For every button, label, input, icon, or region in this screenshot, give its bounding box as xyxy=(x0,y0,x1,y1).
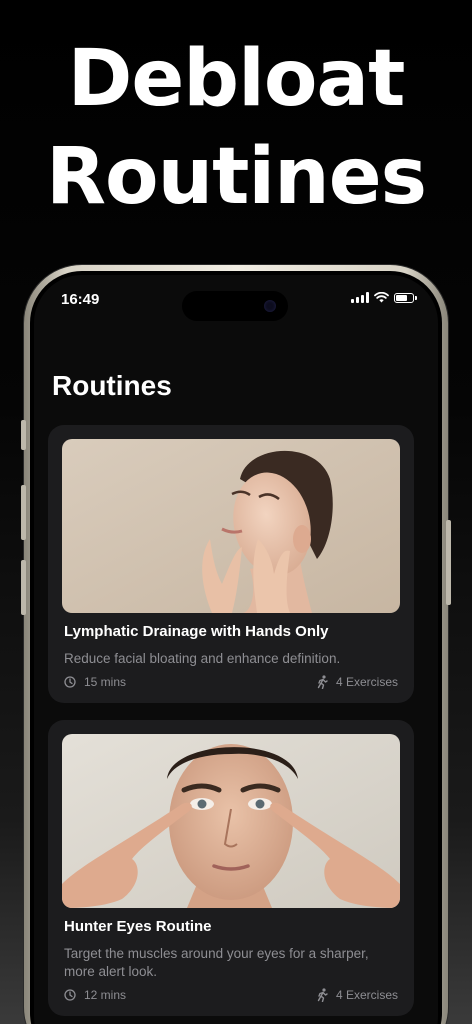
routine-image-lymphatic-drainage xyxy=(62,439,400,613)
status-bar: 16:49 xyxy=(34,275,438,325)
duration-label: 15 mins xyxy=(84,675,127,689)
phone-action-button xyxy=(21,420,26,450)
routine-title: Hunter Eyes Routine xyxy=(64,918,212,935)
battery-icon xyxy=(394,292,417,303)
routine-description: Reduce facial bloating and enhance defin… xyxy=(64,651,341,666)
exercises-label: 4 Exercises xyxy=(335,988,398,1002)
status-icons xyxy=(351,292,417,303)
routine-duration: 15 mins xyxy=(64,675,126,689)
promo-title-line-2: Routines xyxy=(45,132,427,222)
clock-icon xyxy=(64,676,76,688)
promo-title: Debloat Routines xyxy=(0,30,472,226)
phone-mockup: 16:49 Routines Lymphatic Drainage with H… xyxy=(21,265,451,1024)
phone-volume-up-button xyxy=(21,485,26,540)
routine-exercise-count: 4 Exercises xyxy=(316,988,398,1002)
page-title: Routines xyxy=(52,370,172,401)
phone-bezel: 16:49 Routines Lymphatic Drainage with H… xyxy=(30,271,442,1024)
routine-description: Target the muscles around your eyes for … xyxy=(64,946,369,979)
routine-title: Lymphatic Drainage with Hands Only xyxy=(64,623,329,640)
running-figure-icon xyxy=(317,675,328,689)
clock-icon xyxy=(64,989,76,1001)
phone-power-button xyxy=(446,520,451,605)
routine-duration: 12 mins xyxy=(64,988,126,1002)
routine-image-hunter-eyes xyxy=(62,734,400,908)
duration-label: 12 mins xyxy=(84,988,127,1002)
routine-card-hunter-eyes[interactable]: Hunter Eyes Routine Target the muscles a… xyxy=(48,720,414,1016)
promo-title-line-1: Debloat xyxy=(67,34,406,124)
wifi-icon xyxy=(374,292,389,303)
signal-icon xyxy=(351,292,369,303)
phone-screen: 16:49 Routines Lymphatic Drainage with H… xyxy=(34,275,438,1024)
routine-card-lymphatic-drainage[interactable]: Lymphatic Drainage with Hands Only Reduc… xyxy=(48,425,414,703)
phone-volume-down-button xyxy=(21,560,26,615)
dynamic-island xyxy=(182,291,288,321)
front-camera-icon xyxy=(264,300,276,312)
routine-exercise-count: 4 Exercises xyxy=(316,675,398,689)
exercises-label: 4 Exercises xyxy=(335,675,398,689)
routine-meta: 12 mins 4 Exercises xyxy=(64,988,398,1002)
status-time: 16:49 xyxy=(61,291,100,308)
running-figure-icon xyxy=(317,988,328,1002)
routine-meta: 15 mins 4 Exercises xyxy=(64,675,398,689)
